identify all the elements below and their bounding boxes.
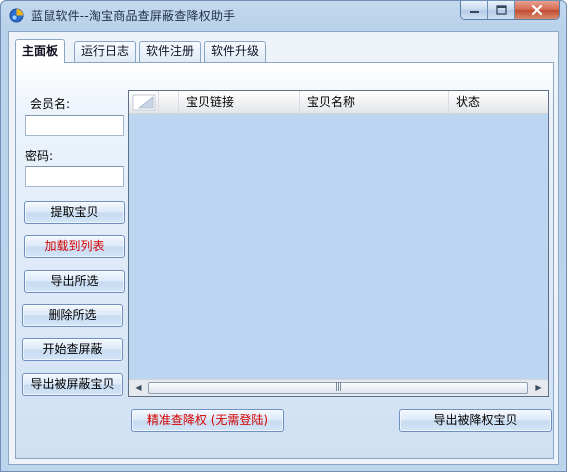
app-logo-icon xyxy=(9,8,24,23)
close-button[interactable] xyxy=(515,1,559,19)
scroll-right-icon[interactable]: ▶ xyxy=(530,380,547,396)
tab-strip: 主面板 运行日志 软件注册 软件升级 xyxy=(15,39,555,63)
close-icon xyxy=(531,4,543,16)
client-area: 主面板 运行日志 软件注册 软件升级 会员名: 密码: 提取宝贝 加载到列表 导… xyxy=(8,31,559,465)
delete-selected-button[interactable]: 删除所选 xyxy=(22,304,123,327)
scroll-left-icon[interactable]: ◀ xyxy=(130,380,147,396)
select-all-column[interactable] xyxy=(129,91,159,114)
window-controls xyxy=(460,1,560,20)
load-to-list-button[interactable]: 加载到列表 xyxy=(24,235,125,258)
table-body[interactable] xyxy=(129,114,548,380)
column-status[interactable]: 状态 xyxy=(449,91,548,114)
minimize-icon xyxy=(470,11,479,13)
password-input[interactable] xyxy=(25,166,124,187)
maximize-button[interactable] xyxy=(488,1,515,19)
table-header: 宝贝链接 宝贝名称 状态 xyxy=(129,91,548,114)
tab-register[interactable]: 软件注册 xyxy=(139,41,202,62)
tab-upgrade[interactable]: 软件升级 xyxy=(204,41,267,62)
title-bar[interactable]: 蓝鼠软件--淘宝商品查屏蔽查降权助手 xyxy=(1,1,566,29)
precise-demotion-check-button[interactable]: 精准查降权 (无需登陆) xyxy=(131,409,284,432)
tab-main-panel[interactable]: 主面板 xyxy=(15,39,66,63)
member-name-label: 会员名: xyxy=(30,97,71,111)
maximize-icon xyxy=(496,5,507,15)
export-selected-button[interactable]: 导出所选 xyxy=(24,270,125,293)
grip-icon: ||| xyxy=(334,382,342,392)
export-shielded-button[interactable]: 导出被屏蔽宝贝 xyxy=(22,373,123,396)
main-panel: 会员名: 密码: 提取宝贝 加载到列表 导出所选 删除所选 开始查屏蔽 导出被屏… xyxy=(15,62,554,459)
fetch-items-button[interactable]: 提取宝贝 xyxy=(24,201,125,224)
member-name-input[interactable] xyxy=(25,115,124,136)
column-item-name[interactable]: 宝贝名称 xyxy=(300,91,449,114)
password-label: 密码: xyxy=(25,149,54,163)
items-table[interactable]: 宝贝链接 宝贝名称 状态 ◀ ||| ▶ xyxy=(128,90,549,397)
minimize-button[interactable] xyxy=(461,1,488,19)
start-shield-check-button[interactable]: 开始查屏蔽 xyxy=(22,338,123,361)
main-window: 蓝鼠软件--淘宝商品查屏蔽查降权助手 主面板 运行日志 软件注册 软件升级 会员… xyxy=(0,0,567,472)
horizontal-scrollbar[interactable]: ◀ ||| ▶ xyxy=(129,379,548,396)
tab-run-log[interactable]: 运行日志 xyxy=(74,41,137,62)
column-item-link[interactable]: 宝贝链接 xyxy=(179,91,300,114)
window-title: 蓝鼠软件--淘宝商品查屏蔽查降权助手 xyxy=(31,9,236,23)
export-demoted-button[interactable]: 导出被降权宝贝 xyxy=(399,409,552,432)
select-all-icon xyxy=(132,94,156,111)
scrollbar-thumb[interactable]: ||| xyxy=(148,382,528,394)
index-column[interactable] xyxy=(159,91,179,114)
